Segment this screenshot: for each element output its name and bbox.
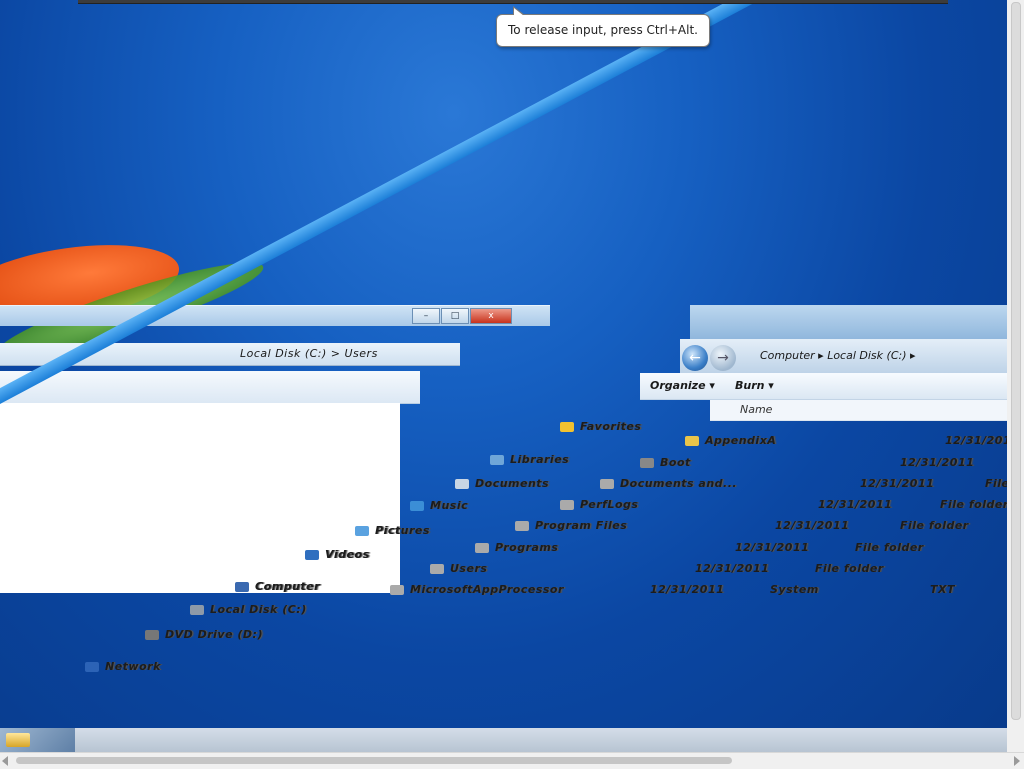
horizontal-scrollbar[interactable] (0, 752, 1024, 769)
close-button[interactable]: x (470, 308, 512, 324)
nav-item-network[interactable]: Network (85, 660, 161, 673)
scroll-right-icon[interactable] (1014, 756, 1020, 766)
file-type: File folder (985, 477, 1007, 490)
file-date: 12/31/2011 (900, 456, 975, 469)
right-window-titlebar (690, 305, 1007, 340)
videos-icon (305, 550, 319, 560)
computer-icon (235, 582, 249, 592)
file-date: 12/31/2011 (860, 477, 935, 490)
file-type: File folder (815, 562, 884, 575)
file-row[interactable]: AppendixA (685, 434, 776, 447)
music-icon (410, 501, 424, 511)
scroll-left-icon[interactable] (2, 756, 8, 766)
file-date: 12/31/2011 (818, 498, 893, 511)
maximize-button[interactable]: □ (441, 308, 469, 324)
horizontal-scroll-thumb[interactable] (16, 757, 732, 764)
file-row[interactable]: PerfLogs (560, 498, 638, 511)
tooltip-tail-inner (514, 8, 524, 16)
network-icon (85, 662, 99, 672)
file-row[interactable]: Programs (475, 541, 558, 554)
tooltip-text: To release input, press Ctrl+Alt. (508, 23, 698, 37)
organize-button[interactable]: Organize ▾ (650, 379, 715, 392)
vertical-scrollbar[interactable] (1007, 0, 1024, 752)
column-header-name[interactable]: Name (740, 403, 772, 416)
folder-icon[interactable] (6, 733, 30, 747)
folder-icon (560, 500, 574, 510)
breadcrumb[interactable]: Computer ▸ Local Disk (C:) ▸ (760, 349, 916, 362)
file-type: System (770, 583, 819, 596)
folder-icon (600, 479, 614, 489)
left-address-text: Local Disk (C:) > Users (240, 347, 378, 360)
folder-icon (640, 458, 654, 468)
release-input-tooltip: To release input, press Ctrl+Alt. (496, 6, 710, 47)
left-toolbar (0, 371, 420, 404)
file-date: 12/31/2011 (775, 519, 850, 532)
status-bar (0, 728, 1007, 752)
documents-icon (455, 479, 469, 489)
host-toolbar-strip[interactable] (78, 0, 948, 4)
vm-desktop[interactable]: – □ x Local Disk (C:) > Users ← → Comput… (0, 0, 1007, 752)
column-header: Name (710, 400, 1007, 421)
folder-icon (390, 585, 404, 595)
file-row[interactable]: Documents and... (600, 477, 737, 490)
library-icon (490, 455, 504, 465)
nav-item-local-disk[interactable]: Local Disk (C:) (190, 603, 307, 616)
nav-item-videos[interactable]: Videos (305, 548, 370, 561)
burn-button[interactable]: Burn ▾ (735, 379, 774, 392)
drive-icon (190, 605, 204, 615)
command-bar: Organize ▾ Burn ▾ (640, 373, 1007, 400)
folder-icon (430, 564, 444, 574)
dvd-icon (145, 630, 159, 640)
minimize-button[interactable]: – (412, 308, 440, 324)
file-date: 12/31/2011 (735, 541, 810, 554)
file-row[interactable]: Boot (640, 456, 691, 469)
folder-icon (475, 543, 489, 553)
star-icon (560, 422, 574, 432)
file-row[interactable]: Program Files (515, 519, 627, 532)
file-row[interactable]: Users (430, 562, 487, 575)
file-date: 12/31/2011 (695, 562, 770, 575)
file-type: File folder (900, 519, 969, 532)
folder-icon (515, 521, 529, 531)
file-type: File folder (940, 498, 1007, 511)
nav-item-libraries[interactable]: Libraries (490, 453, 569, 466)
left-window-controls: – □ x (412, 308, 512, 324)
file-row[interactable]: MicrosoftAppProcessor (390, 583, 564, 596)
file-extra: TXT (930, 583, 955, 596)
file-date: 12/31/2011 (650, 583, 725, 596)
nav-item-favorites[interactable]: Favorites (560, 420, 641, 433)
nav-item-dvd[interactable]: DVD Drive (D:) (145, 628, 263, 641)
file-type: File folder (855, 541, 924, 554)
nav-item-music[interactable]: Music (410, 499, 468, 512)
nav-item-documents[interactable]: Documents (455, 477, 549, 490)
folder-icon (685, 436, 699, 446)
vertical-scroll-thumb[interactable] (1011, 2, 1021, 720)
back-arrow-icon[interactable]: ← (682, 345, 708, 371)
file-date: 12/31/2011 (945, 434, 1007, 447)
nav-item-pictures[interactable]: Pictures (355, 524, 430, 537)
pictures-icon (355, 526, 369, 536)
left-content-pane (0, 403, 400, 593)
forward-arrow-icon[interactable]: → (710, 345, 736, 371)
nav-item-computer[interactable]: Computer (235, 580, 320, 593)
